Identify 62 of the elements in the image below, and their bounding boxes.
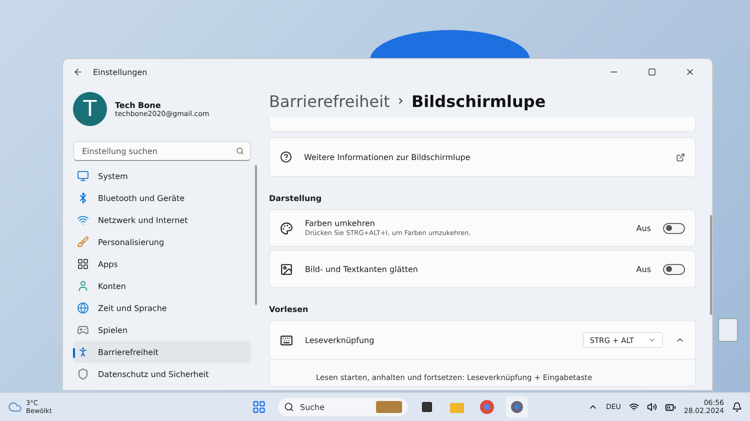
system-icon xyxy=(77,170,89,182)
window-title: Einstellungen xyxy=(93,68,148,76)
battery-icon[interactable] xyxy=(664,402,676,412)
info-link-card[interactable]: Weitere Informationen zur Bildschirmlupe xyxy=(269,137,696,177)
cloud-icon xyxy=(8,400,22,414)
bluetooth-icon xyxy=(77,192,89,204)
section-heading: Darstellung xyxy=(269,193,323,205)
taskbar-search[interactable]: Suche xyxy=(278,398,408,416)
sidebar-item[interactable]: Personalisierung xyxy=(73,231,251,253)
maximize-icon xyxy=(648,68,656,76)
person-icon xyxy=(77,280,89,292)
bell-icon[interactable] xyxy=(732,402,742,412)
section-heading: Vorlesen xyxy=(269,304,310,316)
palette-icon xyxy=(280,222,293,234)
avatar: T xyxy=(73,92,107,126)
external-link-icon xyxy=(676,152,685,162)
image-icon xyxy=(280,262,293,276)
folder-icon xyxy=(450,401,464,413)
sidebar-item[interactable]: System xyxy=(73,165,251,187)
profile-name: Tech Bone xyxy=(115,100,162,110)
breadcrumb-separator: › xyxy=(398,93,404,109)
search-field[interactable]: Einstellung suchen xyxy=(73,141,251,161)
shield-icon xyxy=(77,368,89,380)
sidebar-item[interactable]: Konten xyxy=(73,275,251,297)
settings-button[interactable] xyxy=(506,396,528,418)
wifi-icon[interactable] xyxy=(628,402,639,412)
windows-logo-icon xyxy=(252,400,266,414)
toggle-state: Aus xyxy=(636,224,651,232)
sidebar-item[interactable]: Datenschutz und Sicherheit xyxy=(73,363,251,385)
toggle-state: Aus xyxy=(636,264,651,274)
sidebar-item[interactable]: Apps xyxy=(73,253,251,275)
search-highlight-picture xyxy=(376,401,402,413)
browser-icon xyxy=(480,400,494,414)
help-icon xyxy=(280,151,292,163)
page-title: Bildschirmlupe xyxy=(411,92,546,110)
setting-title: Weitere Informationen zur Bildschirmlupe xyxy=(304,152,472,162)
gear-icon xyxy=(510,400,524,414)
toggle-switch[interactable] xyxy=(663,264,685,274)
search-icon xyxy=(284,402,294,412)
setting-title: Bild- und Textkanten glätten xyxy=(305,264,419,274)
sidebar-item[interactable]: Spielen xyxy=(73,319,251,341)
volume-icon[interactable] xyxy=(646,402,657,412)
setting-title: Leseverknüpfung xyxy=(305,336,376,344)
apps-icon xyxy=(77,258,89,270)
close-icon xyxy=(685,67,695,77)
breadcrumb-parent[interactable]: Barrierefreiheit xyxy=(269,92,390,110)
brush-icon xyxy=(77,236,89,248)
task-view-icon xyxy=(421,401,433,413)
chevron-down-icon xyxy=(648,336,656,344)
toggle-switch[interactable] xyxy=(663,222,685,234)
setting-title: Farben umkehren xyxy=(305,219,376,228)
sidebar-item[interactable]: Zeit und Sprache xyxy=(73,297,251,319)
keyboard-icon xyxy=(280,334,293,346)
back-icon[interactable] xyxy=(73,67,83,77)
gamepad-icon xyxy=(77,324,89,336)
sidebar-item[interactable]: Bluetooth und Geräte xyxy=(73,187,251,209)
access-icon xyxy=(77,346,89,358)
search-input[interactable]: Einstellung suchen xyxy=(80,146,236,156)
sidebar-item[interactable]: Barrierefreiheit xyxy=(73,341,251,363)
globe-icon xyxy=(77,302,89,314)
sidebar-item[interactable]: Netzwerk und Internet xyxy=(73,209,251,231)
search-icon xyxy=(236,147,244,155)
